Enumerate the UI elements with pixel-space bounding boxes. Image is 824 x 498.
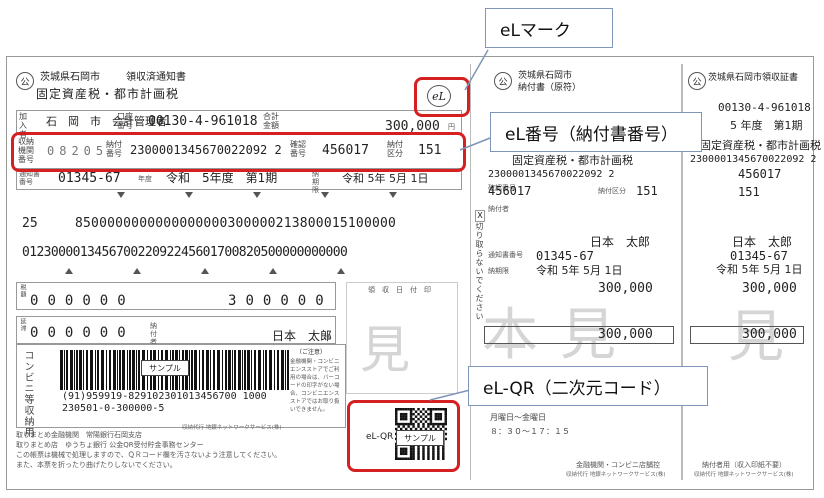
callout-el-mark: eLマーク (485, 8, 613, 48)
callout-connectors (429, 49, 491, 401)
callout-el-qr: eL-QR（二次元コード） (468, 366, 708, 406)
callout-el-number: eL番号（納付書番号） (490, 112, 702, 152)
